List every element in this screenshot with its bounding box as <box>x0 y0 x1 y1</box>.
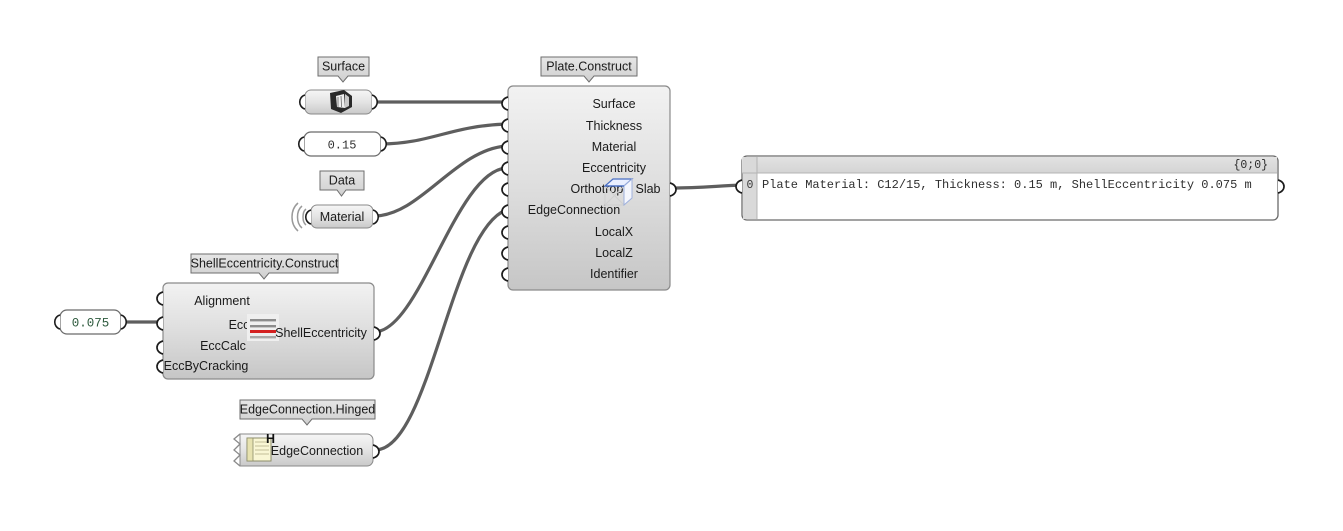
thickness-panel-input-port[interactable] <box>297 136 305 152</box>
thickness-value: 0.15 <box>328 139 357 153</box>
port-label-surface: Surface <box>592 97 635 111</box>
port-label-material: Material <box>592 140 636 154</box>
port-in-identifier[interactable] <box>501 267 509 282</box>
port-in-localz[interactable] <box>501 246 509 261</box>
callout-edge-connection-label: EdgeConnection.Hinged <box>240 403 376 417</box>
port-in-ecccalc[interactable] <box>156 340 164 355</box>
output-panel-input-port[interactable] <box>735 179 743 194</box>
node-graph-canvas[interactable]: Surface 0.15 Data Material Plate.Constru… <box>0 0 1343 531</box>
ecc-panel-value: 0.075 <box>72 317 110 331</box>
surface-param-output-port[interactable] <box>371 94 379 110</box>
port-in-alignment[interactable] <box>156 291 164 306</box>
node-plate-construct[interactable]: Plate.Construct Surface Thickness Materi… <box>501 56 677 291</box>
edge-connection-output-port[interactable] <box>372 444 380 459</box>
node-thickness-panel[interactable]: 0.15 <box>297 131 388 157</box>
plate-construct-input-ports[interactable] <box>501 96 509 282</box>
port-label-alignment: Alignment <box>194 294 250 308</box>
port-label-localx: LocalX <box>595 225 634 239</box>
port-label-eccbycracking: EccByCracking <box>164 359 249 373</box>
port-label-ecccalc: EccCalc <box>200 339 246 353</box>
port-label-slab: Slab <box>635 182 660 196</box>
thickness-panel-output-port[interactable] <box>380 136 388 152</box>
output-panel-header <box>742 157 1277 173</box>
port-out-shelleccentricity[interactable] <box>373 326 381 341</box>
port-in-orthotropy[interactable] <box>501 182 509 197</box>
material-param-label: Material <box>320 210 364 224</box>
port-label-eccentricity: Eccentricity <box>582 161 647 175</box>
port-label-shelleccentricity: ShellEccentricity <box>275 326 367 340</box>
ecc-panel-output-port[interactable] <box>120 314 128 330</box>
node-output-panel[interactable]: {0;0} 0 Plate Material: C12/15, Thicknes… <box>735 155 1285 221</box>
port-in-eccentricity[interactable] <box>501 161 509 176</box>
port-in-material[interactable] <box>501 140 509 155</box>
callout-surface-label: Surface <box>322 60 365 74</box>
output-panel-row-text: Plate Material: C12/15, Thickness: 0.15 … <box>762 178 1252 192</box>
port-in-thickness[interactable] <box>501 118 509 133</box>
port-label-localz: LocalZ <box>595 246 633 260</box>
output-panel-branch-path: {0;0} <box>1233 159 1268 172</box>
callout-plate-construct-label: Plate.Construct <box>546 60 632 74</box>
ecc-panel-input-port[interactable] <box>53 314 61 330</box>
port-in-localx[interactable] <box>501 225 509 240</box>
port-in-eccbycracking[interactable] <box>156 359 164 374</box>
port-label-identifier: Identifier <box>590 267 638 281</box>
port-label-ecc: Ecc <box>229 318 250 332</box>
surface-param-input-port[interactable] <box>298 94 306 110</box>
port-in-edgeconnection[interactable] <box>501 204 509 219</box>
material-param-output-port[interactable] <box>372 209 380 225</box>
callout-shell-eccentricity-label: ShellEccentricity.Construct <box>191 257 339 271</box>
callout-data-label: Data <box>329 174 355 188</box>
material-param-input-port[interactable] <box>304 209 312 225</box>
port-in-surface[interactable] <box>501 96 509 111</box>
port-out-slab[interactable] <box>669 182 677 197</box>
output-panel-row-index: 0 <box>747 179 754 192</box>
port-label-thickness: Thickness <box>586 119 642 133</box>
edge-connection-label: EdgeConnection <box>271 444 363 458</box>
port-in-ecc[interactable] <box>156 316 164 331</box>
output-panel-output-port[interactable] <box>1277 179 1285 194</box>
node-ecc-panel[interactable]: 0.075 <box>53 309 128 335</box>
